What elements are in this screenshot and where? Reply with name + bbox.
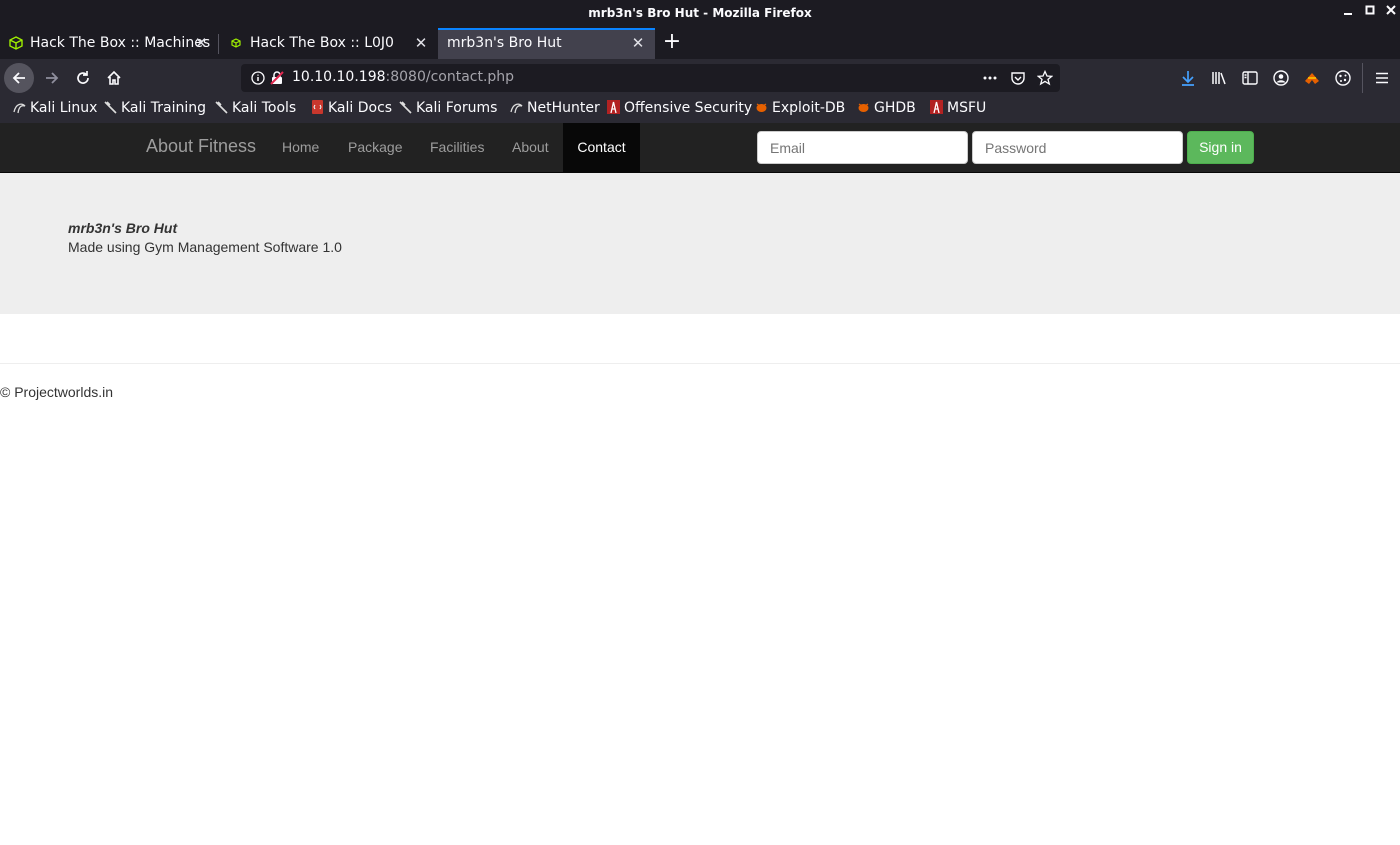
- bookmark-kali-linux[interactable]: Kali Linux: [13, 100, 97, 120]
- bookmark-label: Offensive Security: [624, 100, 753, 116]
- kali-dragon-icon: [13, 100, 26, 114]
- back-icon[interactable]: [4, 63, 34, 93]
- bookmark-exploit-db[interactable]: Exploit-DB: [755, 100, 845, 120]
- bookmark-nethunter[interactable]: NetHunter: [510, 100, 600, 120]
- exploitdb-bug-icon: [857, 100, 870, 114]
- nav-about[interactable]: About: [498, 123, 563, 172]
- bookmark-label: Kali Training: [121, 100, 206, 116]
- bookmark-offensive-security[interactable]: Offensive Security: [607, 100, 752, 120]
- kali-dragon-icon: [215, 100, 228, 114]
- site-title: mrb3n's Bro Hut: [68, 220, 178, 236]
- tab-htb-l0j0[interactable]: Hack The Box :: L0J0 ✕: [220, 28, 435, 59]
- tab-strip: Hack The Box :: Machines ✕ Hack The Box …: [0, 28, 1400, 59]
- email-field[interactable]: [757, 131, 968, 164]
- footer-divider: [0, 363, 1400, 364]
- hackthebox-cube-icon: [9, 36, 23, 50]
- exploitdb-bug-icon: [755, 100, 768, 114]
- sign-in-button[interactable]: Sign in: [1187, 131, 1254, 164]
- footer-copyright: © Projectworlds.in: [0, 384, 114, 400]
- bookmarks-toolbar: Kali Linux Kali Training Kali Tools Kali…: [0, 97, 1400, 123]
- bookmark-kali-training[interactable]: Kali Training: [104, 100, 206, 120]
- cookie-icon[interactable]: [1334, 69, 1352, 87]
- hackthebox-cube-icon: [229, 36, 243, 50]
- download-icon[interactable]: [1179, 69, 1197, 87]
- pocket-icon[interactable]: [1010, 70, 1026, 86]
- nav-facilities[interactable]: Facilities: [416, 123, 498, 172]
- nav-contact[interactable]: Contact: [563, 123, 640, 172]
- kali-dragon-icon: [104, 100, 117, 114]
- tab-bro-hut[interactable]: mrb3n's Bro Hut ✕: [438, 28, 655, 59]
- extension-icon[interactable]: [1303, 69, 1321, 87]
- info-icon[interactable]: [250, 70, 266, 86]
- bookmark-kali-docs[interactable]: Kali Docs: [311, 100, 392, 120]
- bookmark-star-icon[interactable]: [1036, 69, 1054, 86]
- tab-label: mrb3n's Bro Hut: [447, 35, 562, 51]
- tab-label: Hack The Box :: L0J0: [250, 35, 394, 51]
- url-text[interactable]: 10.10.10.198:8080/contact.php: [292, 69, 514, 85]
- bookmark-label: Exploit-DB: [772, 100, 846, 116]
- navigation-toolbar: 10.10.10.198:8080/contact.php: [0, 59, 1400, 97]
- password-field[interactable]: [972, 131, 1183, 164]
- insecure-lock-icon[interactable]: [269, 70, 285, 86]
- bookmark-label: Kali Linux: [30, 100, 98, 116]
- toolbar-separator: [1362, 63, 1363, 93]
- bookmark-kali-tools[interactable]: Kali Tools: [215, 100, 296, 120]
- offsec-icon: [930, 100, 943, 114]
- url-host: 10.10.10.198: [292, 69, 386, 85]
- forward-icon[interactable]: [37, 63, 67, 93]
- new-tab-icon[interactable]: +: [662, 31, 682, 55]
- nav-package[interactable]: Package: [334, 123, 416, 172]
- home-icon[interactable]: [99, 63, 129, 93]
- site-subtitle: Made using Gym Management Software 1.0: [68, 239, 342, 255]
- site-brand[interactable]: About Fitness: [146, 136, 256, 157]
- minimize-icon[interactable]: [1339, 4, 1357, 22]
- bookmark-label: Kali Forums: [416, 100, 498, 116]
- maximize-icon[interactable]: [1361, 4, 1379, 22]
- bookmark-kali-forums[interactable]: Kali Forums: [399, 100, 497, 120]
- sidebar-icon[interactable]: [1241, 69, 1259, 87]
- bookmark-label: Kali Docs: [328, 100, 393, 116]
- bookmark-label: MSFU: [947, 100, 987, 116]
- bookmark-ghdb[interactable]: GHDB: [857, 100, 916, 120]
- tab-label: Hack The Box :: Machines: [30, 35, 211, 51]
- library-icon[interactable]: [1210, 69, 1228, 87]
- close-icon[interactable]: [1382, 4, 1400, 22]
- site-navbar: About Fitness Home Package Facilities Ab…: [0, 123, 1400, 173]
- bookmark-label: GHDB: [874, 100, 916, 116]
- tab-close-icon[interactable]: ✕: [413, 34, 429, 52]
- url-path: :8080/contact.php: [385, 69, 515, 85]
- tab-close-icon[interactable]: ✕: [630, 34, 646, 52]
- tab-htb-machines[interactable]: Hack The Box :: Machines ✕: [0, 28, 215, 59]
- kali-dragon-icon: [399, 100, 412, 114]
- nav-home[interactable]: Home: [268, 123, 333, 172]
- docs-icon: [311, 100, 324, 114]
- jumbotron: mrb3n's Bro Hut Made using Gym Managemen…: [0, 173, 1400, 314]
- bookmark-label: NetHunter: [527, 100, 600, 116]
- window-titlebar: mrb3n's Bro Hut - Mozilla Firefox: [0, 0, 1400, 28]
- window-title: mrb3n's Bro Hut - Mozilla Firefox: [588, 6, 812, 20]
- offsec-icon: [607, 100, 620, 114]
- page-actions-icon[interactable]: [982, 70, 998, 86]
- kali-dragon-icon: [510, 100, 523, 114]
- bookmark-msfu[interactable]: MSFU: [930, 100, 986, 120]
- url-bar[interactable]: 10.10.10.198:8080/contact.php: [241, 64, 1060, 92]
- bookmark-label: Kali Tools: [232, 100, 297, 116]
- tab-close-icon[interactable]: ✕: [193, 34, 209, 52]
- account-icon[interactable]: [1272, 69, 1290, 87]
- menu-icon[interactable]: [1373, 69, 1391, 87]
- tab-separator: [218, 34, 219, 54]
- reload-icon[interactable]: [68, 63, 98, 93]
